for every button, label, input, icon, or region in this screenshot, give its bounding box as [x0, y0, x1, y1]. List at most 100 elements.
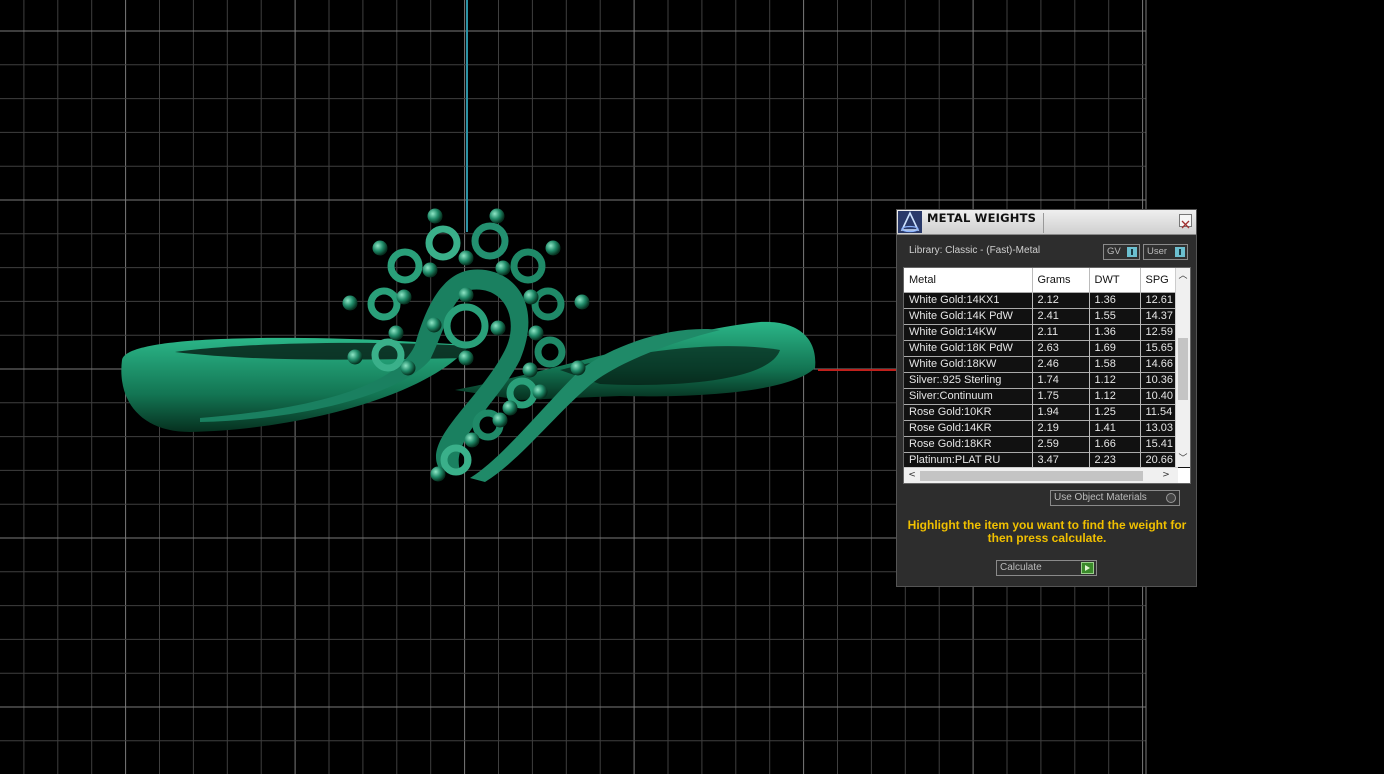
panel-titlebar[interactable]: METAL WEIGHTS: [897, 210, 1196, 235]
table-cell: Rose Gold:10KR: [904, 404, 1033, 421]
bead: [490, 320, 506, 336]
table-cell: 2.12: [1032, 292, 1090, 309]
app-logo-icon: [898, 211, 922, 233]
table-row[interactable]: White Gold:18K PdW 2.63 1.69 15.65: [904, 340, 1190, 357]
table-row[interactable]: White Gold:14K PdW 2.41 1.55 14.37: [904, 308, 1190, 325]
bead: [426, 317, 442, 333]
vertical-scroll-thumb[interactable]: [1178, 338, 1188, 400]
radio-icon: [1166, 493, 1176, 503]
horizontal-scroll-thumb[interactable]: [920, 471, 1143, 481]
bead: [528, 325, 544, 341]
close-button[interactable]: [1179, 214, 1192, 229]
table-row[interactable]: Rose Gold:14KR 2.19 1.41 13.03: [904, 420, 1190, 437]
panel-title: METAL WEIGHTS: [927, 211, 1037, 225]
table-cell: 2.63: [1032, 340, 1090, 357]
scroll-up-icon[interactable]: ︿: [1176, 270, 1190, 282]
metal-weights-table[interactable]: Metal Grams DWT SPG White Gold:14KX1 2.12 1.3…: [903, 267, 1191, 484]
table-cell: White Gold:18KW: [904, 356, 1033, 373]
table-row[interactable]: Rose Gold:18KR 2.59 1.66 15.41: [904, 436, 1190, 453]
bead: [545, 240, 561, 256]
horizontal-scrollbar[interactable]: < >: [904, 467, 1178, 483]
bead: [522, 362, 538, 378]
table-row[interactable]: Rose Gold:10KR 1.94 1.25 11.54: [904, 404, 1190, 421]
toggle-switch-icon: [1175, 247, 1185, 257]
ring-model[interactable]: [121, 208, 816, 483]
column-header[interactable]: Grams: [1032, 268, 1090, 293]
bead: [342, 295, 358, 311]
titlebar-divider: [1043, 213, 1044, 233]
gv-toggle-label: GV: [1107, 246, 1121, 257]
bead: [372, 240, 388, 256]
table-cell: 2.59: [1032, 436, 1090, 453]
bead: [570, 360, 586, 376]
table-cell: White Gold:14K PdW: [904, 308, 1033, 325]
table-cell: White Gold:14KX1: [904, 292, 1033, 309]
table-cell: 1.66: [1089, 436, 1141, 453]
table-row[interactable]: Silver:Continuum 1.75 1.12 10.40: [904, 388, 1190, 405]
table-row[interactable]: White Gold:18KW 2.46 1.58 14.66: [904, 356, 1190, 373]
table-row[interactable]: White Gold:14KW 2.11 1.36 12.59: [904, 324, 1190, 341]
table-cell: 1.36: [1089, 292, 1141, 309]
table-cell: 1.55: [1089, 308, 1141, 325]
bead: [458, 350, 474, 366]
table-cell: 1.69: [1089, 340, 1141, 357]
table-cell: 1.94: [1032, 404, 1090, 421]
use-object-materials-label: Use Object Materials: [1054, 492, 1147, 503]
instruction-text: Highlight the item you want to find the …: [907, 518, 1187, 545]
metal-weights-panel: METAL WEIGHTS Library: Classic - (Fast)-…: [896, 209, 1197, 587]
user-toggle-label: User: [1147, 246, 1168, 257]
table-row[interactable]: Silver:.925 Sterling 1.74 1.12 10.36: [904, 372, 1190, 389]
play-icon: [1081, 562, 1094, 574]
table-cell: Silver:.925 Sterling: [904, 372, 1033, 389]
bead: [400, 360, 416, 376]
table-cell: 1.12: [1089, 372, 1141, 389]
bead: [532, 384, 548, 400]
table-row[interactable]: White Gold:14KX1 2.12 1.36 12.61: [904, 292, 1190, 309]
table-cell: 1.75: [1032, 388, 1090, 405]
table-row[interactable]: Platinum:PLAT RU 3.47 2.23 20.66: [904, 452, 1190, 468]
table-cell: 2.46: [1032, 356, 1090, 373]
scroll-left-icon[interactable]: <: [906, 469, 918, 482]
table-cell: 1.25: [1089, 404, 1141, 421]
table-cell: 1.12: [1089, 388, 1141, 405]
column-header[interactable]: Metal: [904, 268, 1033, 293]
table-cell: 1.36: [1089, 324, 1141, 341]
table-header-row: Metal Grams DWT SPG: [904, 268, 1190, 293]
column-header[interactable]: DWT: [1089, 268, 1141, 293]
calculate-button[interactable]: Calculate: [996, 560, 1097, 576]
bead: [492, 412, 508, 428]
bead: [388, 325, 404, 341]
bead: [396, 289, 412, 305]
bead: [489, 208, 505, 224]
gv-toggle[interactable]: GV: [1103, 244, 1140, 260]
table-cell: Rose Gold:18KR: [904, 436, 1033, 453]
table-cell: Rose Gold:14KR: [904, 420, 1033, 437]
use-object-materials-toggle[interactable]: Use Object Materials: [1050, 490, 1180, 506]
table-cell: 3.47: [1032, 452, 1090, 468]
bead: [427, 208, 443, 224]
table-cell: White Gold:18K PdW: [904, 340, 1033, 357]
table-cell: 1.74: [1032, 372, 1090, 389]
bead: [502, 400, 518, 416]
bead: [347, 349, 363, 365]
table-cell: 2.23: [1089, 452, 1141, 468]
table-cell: White Gold:14KW: [904, 324, 1033, 341]
table-cell: 2.19: [1032, 420, 1090, 437]
toggle-switch-icon: [1127, 247, 1137, 257]
bead: [574, 294, 590, 310]
user-toggle[interactable]: User: [1143, 244, 1188, 260]
table-cell: 1.41: [1089, 420, 1141, 437]
table-cell: 2.11: [1032, 324, 1090, 341]
scroll-down-icon[interactable]: ﹀: [1176, 453, 1190, 465]
bead: [458, 287, 474, 303]
scroll-right-icon[interactable]: >: [1160, 469, 1172, 482]
calculate-label: Calculate: [1000, 562, 1042, 573]
vertical-scrollbar[interactable]: ︿ ﹀: [1175, 268, 1190, 467]
table-cell: Platinum:PLAT RU: [904, 452, 1033, 468]
table-cell: 2.41: [1032, 308, 1090, 325]
bead: [464, 432, 480, 448]
bead: [422, 262, 438, 278]
close-icon: [1181, 220, 1190, 229]
bead: [458, 250, 474, 266]
library-label: Library: Classic - (Fast)-Metal: [909, 245, 1041, 256]
